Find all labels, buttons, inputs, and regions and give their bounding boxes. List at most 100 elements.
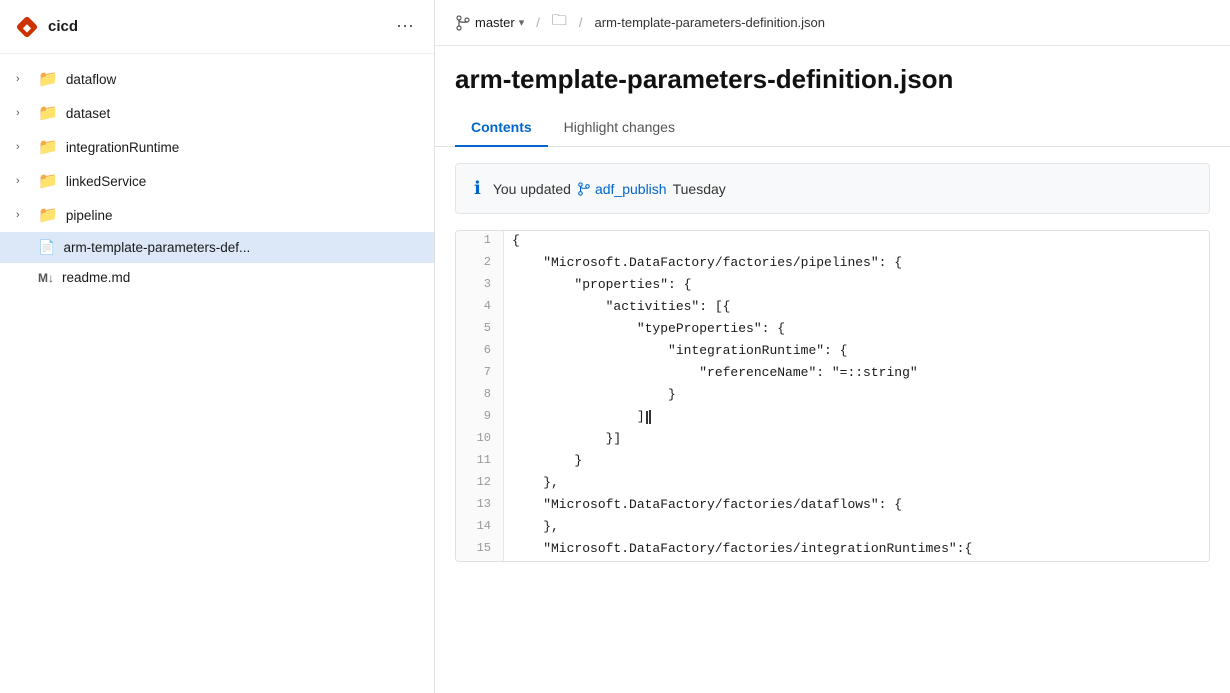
branch-link[interactable]: adf_publish [577,181,667,197]
sidebar-item-integrationruntime[interactable]: › 📁 integrationRuntime [0,130,434,164]
sidebar-item-label: arm-template-parameters-def... [63,240,250,255]
sidebar-item-dataflow[interactable]: › 📁 dataflow [0,62,434,96]
line-content: "Microsoft.DataFactory/factories/dataflo… [504,495,1209,517]
line-content: }, [504,517,1209,539]
line-number: 15 [456,539,504,561]
sidebar-item-pipeline[interactable]: › 📁 pipeline [0,198,434,232]
code-container[interactable]: 1{2 "Microsoft.DataFactory/factories/pip… [455,230,1210,562]
chevron-right-icon: › [16,73,30,85]
line-number: 4 [456,297,504,319]
line-content: }, [504,473,1209,495]
chevron-right-icon: › [16,209,30,221]
repo-title: cicd [48,18,78,35]
table-row: 9 ] [456,407,1209,429]
table-row: 10 }] [456,429,1209,451]
sidebar-item-label: dataset [66,106,110,121]
folder-icon: 🗀 [552,10,567,35]
table-row: 14 }, [456,517,1209,539]
line-number: 7 [456,363,504,385]
sidebar-item-label: readme.md [62,270,130,285]
markdown-icon: M↓ [38,271,54,285]
line-content: "typeProperties": { [504,319,1209,341]
line-number: 12 [456,473,504,495]
table-row: 6 "integrationRuntime": { [456,341,1209,363]
info-icon: ℹ [474,178,481,199]
sidebar-item-label: integrationRuntime [66,140,179,155]
tab-contents[interactable]: Contents [455,111,548,147]
chevron-down-icon: ▾ [519,16,525,29]
line-content: "activities": [{ [504,297,1209,319]
more-options-icon[interactable]: ⋯ [392,12,418,41]
branch-link-icon [577,182,591,196]
svg-text:◆: ◆ [22,23,31,34]
line-number: 6 [456,341,504,363]
line-content: } [504,385,1209,407]
line-content: "referenceName": "=::string" [504,363,1209,385]
line-number: 8 [456,385,504,407]
line-content: "properties": { [504,275,1209,297]
you-updated-text: You updated [493,181,571,197]
sidebar-item-label: dataflow [66,72,116,87]
topbar-filename: arm-template-parameters-definition.json [595,15,825,30]
line-number: 2 [456,253,504,275]
chevron-right-icon: › [16,107,30,119]
table-row: 2 "Microsoft.DataFactory/factories/pipel… [456,253,1209,275]
line-number: 11 [456,451,504,473]
separator: / [579,15,583,30]
sidebar-item-label: linkedService [66,174,146,189]
tab-highlight-changes[interactable]: Highlight changes [548,111,691,147]
folder-icon: 📁 [38,171,58,191]
topbar: master ▾ / 🗀 / arm-template-parameters-d… [435,0,1230,46]
branch-name: master [475,15,515,30]
line-content: "integrationRuntime": { [504,341,1209,363]
sidebar-tree: › 📁 dataflow › 📁 dataset › 📁 integration… [0,54,434,693]
line-number: 9 [456,407,504,429]
folder-icon: 📁 [38,103,58,123]
branch-icon [455,15,471,31]
info-text: You updated adf_publish Tuesday [493,181,726,197]
sidebar-item-readme[interactable]: › M↓ readme.md [0,263,434,292]
line-number: 3 [456,275,504,297]
folder-icon: 📁 [38,137,58,157]
line-content: ] [504,407,1209,429]
sidebar-item-dataset[interactable]: › 📁 dataset [0,96,434,130]
table-row: 3 "properties": { [456,275,1209,297]
line-number: 5 [456,319,504,341]
line-content: "Microsoft.DataFactory/factories/integra… [504,539,1209,561]
line-number: 14 [456,517,504,539]
table-row: 15 "Microsoft.DataFactory/factories/inte… [456,539,1209,561]
table-row: 11 } [456,451,1209,473]
line-number: 13 [456,495,504,517]
day-text: Tuesday [673,181,726,197]
line-number: 10 [456,429,504,451]
content-area: ℹ You updated adf_publish Tuesday 1{2 [435,147,1230,693]
tab-bar: Contents Highlight changes [435,111,1230,147]
chevron-right-icon: › [16,141,30,153]
line-content: "Microsoft.DataFactory/factories/pipelin… [504,253,1209,275]
chevron-right-icon: › [16,175,30,187]
main-content: master ▾ / 🗀 / arm-template-parameters-d… [435,0,1230,693]
folder-icon: 📁 [38,205,58,225]
repo-icon: ◆ [16,16,38,38]
table-row: 12 }, [456,473,1209,495]
sidebar-header: ◆ cicd ⋯ [0,0,434,54]
branch-selector[interactable]: master ▾ [455,15,524,31]
line-number: 1 [456,231,504,253]
table-row: 7 "referenceName": "=::string" [456,363,1209,385]
table-row: 8 } [456,385,1209,407]
file-heading: arm-template-parameters-definition.json [435,46,1230,111]
separator: / [536,15,540,30]
line-content: } [504,451,1209,473]
table-row: 13 "Microsoft.DataFactory/factories/data… [456,495,1209,517]
file-icon: 📄 [38,239,55,256]
sidebar-item-label: pipeline [66,208,113,223]
sidebar-header-left: ◆ cicd [16,16,78,38]
folder-icon: 📁 [38,69,58,89]
branch-name-link: adf_publish [595,181,667,197]
line-content: }] [504,429,1209,451]
sidebar-item-linkedservice[interactable]: › 📁 linkedService [0,164,434,198]
table-row: 4 "activities": [{ [456,297,1209,319]
table-row: 1{ [456,231,1209,253]
line-content: { [504,231,1209,253]
sidebar-item-arm-template[interactable]: › 📄 arm-template-parameters-def... [0,232,434,263]
